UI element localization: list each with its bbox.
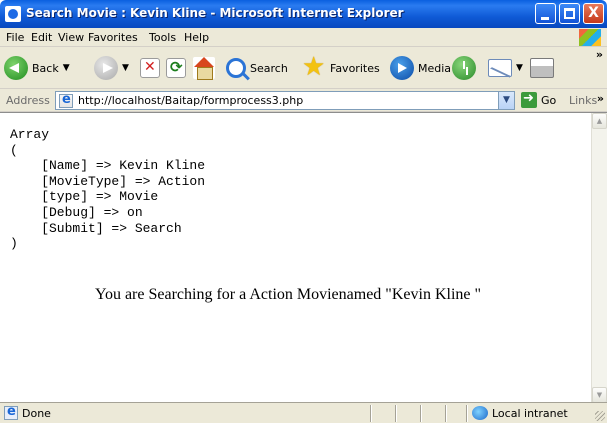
favorites-button[interactable]: Favorites bbox=[302, 52, 380, 83]
close-icon: X bbox=[588, 5, 599, 21]
address-url[interactable]: http://localhost/Baitap/formprocess3.php bbox=[78, 94, 303, 107]
status-page-icon bbox=[4, 404, 18, 420]
windows-logo-icon bbox=[579, 29, 601, 46]
mail-dropdown-icon[interactable]: ▼ bbox=[516, 63, 523, 73]
menu-tools[interactable]: Tools bbox=[149, 31, 176, 44]
favorites-star-icon bbox=[302, 52, 326, 82]
vertical-scrollbar[interactable]: ▲ ▼ bbox=[591, 113, 607, 403]
resize-grip-icon[interactable] bbox=[595, 411, 605, 421]
maximize-button[interactable] bbox=[559, 3, 580, 24]
forward-arrow-icon bbox=[94, 56, 118, 80]
print-button[interactable] bbox=[530, 53, 554, 83]
menu-edit[interactable]: Edit bbox=[31, 31, 52, 44]
refresh-icon bbox=[166, 58, 186, 78]
back-button[interactable]: Back ▼ bbox=[4, 53, 70, 83]
security-zone: Local intranet bbox=[492, 407, 568, 420]
address-label: Address bbox=[6, 94, 50, 107]
back-label: Back bbox=[32, 61, 59, 75]
intranet-zone-icon bbox=[472, 406, 488, 420]
menu-view[interactable]: View bbox=[58, 31, 84, 44]
minimize-button[interactable] bbox=[535, 3, 556, 24]
address-dropdown-icon[interactable]: ▼ bbox=[498, 92, 514, 109]
toolbar-overflow-icon[interactable]: » bbox=[596, 48, 603, 61]
scroll-up-icon[interactable]: ▲ bbox=[592, 113, 607, 129]
forward-dropdown-icon[interactable]: ▼ bbox=[122, 63, 129, 73]
favorites-label: Favorites bbox=[330, 61, 380, 75]
media-label: Media bbox=[418, 61, 452, 75]
mail-icon bbox=[488, 59, 512, 77]
menu-file[interactable]: File bbox=[6, 31, 24, 44]
status-divider bbox=[395, 405, 397, 422]
status-divider bbox=[370, 405, 372, 422]
stop-button[interactable] bbox=[140, 53, 160, 83]
array-dump: Array ( [Name] => Kevin Kline [MovieType… bbox=[10, 127, 206, 252]
window-title: Search Movie : Kevin Kline - Microsoft I… bbox=[26, 6, 404, 20]
menu-bar: File Edit View Favorites Tools Help bbox=[0, 28, 607, 47]
media-icon bbox=[390, 56, 414, 80]
search-icon bbox=[226, 58, 246, 78]
history-icon bbox=[452, 56, 476, 80]
title-bar: Search Movie : Kevin Kline - Microsoft I… bbox=[0, 0, 607, 28]
address-input[interactable]: http://localhost/Baitap/formprocess3.php… bbox=[55, 91, 515, 110]
refresh-button[interactable] bbox=[166, 53, 186, 83]
links-chevron-icon[interactable]: » bbox=[597, 92, 604, 105]
scroll-down-icon[interactable]: ▼ bbox=[592, 387, 607, 403]
close-button[interactable]: X bbox=[583, 3, 604, 24]
status-divider bbox=[445, 405, 447, 422]
status-divider bbox=[466, 405, 468, 422]
media-button[interactable]: Media bbox=[390, 53, 451, 83]
stop-icon bbox=[140, 58, 160, 78]
links-label[interactable]: Links bbox=[569, 94, 597, 107]
printer-icon bbox=[530, 58, 554, 78]
page-icon bbox=[59, 92, 73, 108]
history-button[interactable] bbox=[452, 53, 476, 83]
home-button[interactable] bbox=[193, 53, 215, 83]
back-dropdown-icon[interactable]: ▼ bbox=[63, 63, 70, 73]
search-label: Search bbox=[250, 61, 288, 75]
menu-help[interactable]: Help bbox=[184, 31, 209, 44]
mail-button[interactable]: ▼ bbox=[488, 53, 523, 83]
search-message: You are Searching for a Action Moviename… bbox=[95, 286, 482, 303]
status-bar: Done Local intranet bbox=[0, 402, 607, 423]
status-text: Done bbox=[22, 407, 51, 420]
home-icon bbox=[193, 57, 215, 80]
forward-button[interactable]: ▼ bbox=[94, 53, 129, 83]
status-divider bbox=[420, 405, 422, 422]
toolbar: Back ▼ ▼ Search Favorites Media ▼ bbox=[0, 47, 607, 89]
go-button[interactable]: Go bbox=[541, 94, 556, 107]
menu-favorites[interactable]: Favorites bbox=[88, 31, 138, 44]
go-arrow-icon[interactable] bbox=[521, 91, 537, 108]
page-content: Array ( [Name] => Kevin Kline [MovieType… bbox=[0, 112, 607, 403]
minimize-icon bbox=[541, 17, 549, 20]
back-arrow-icon bbox=[4, 56, 28, 80]
address-bar: Address http://localhost/Baitap/formproc… bbox=[0, 89, 607, 112]
ie-icon bbox=[5, 6, 21, 22]
search-button[interactable]: Search bbox=[226, 53, 288, 83]
maximize-icon bbox=[564, 8, 575, 19]
